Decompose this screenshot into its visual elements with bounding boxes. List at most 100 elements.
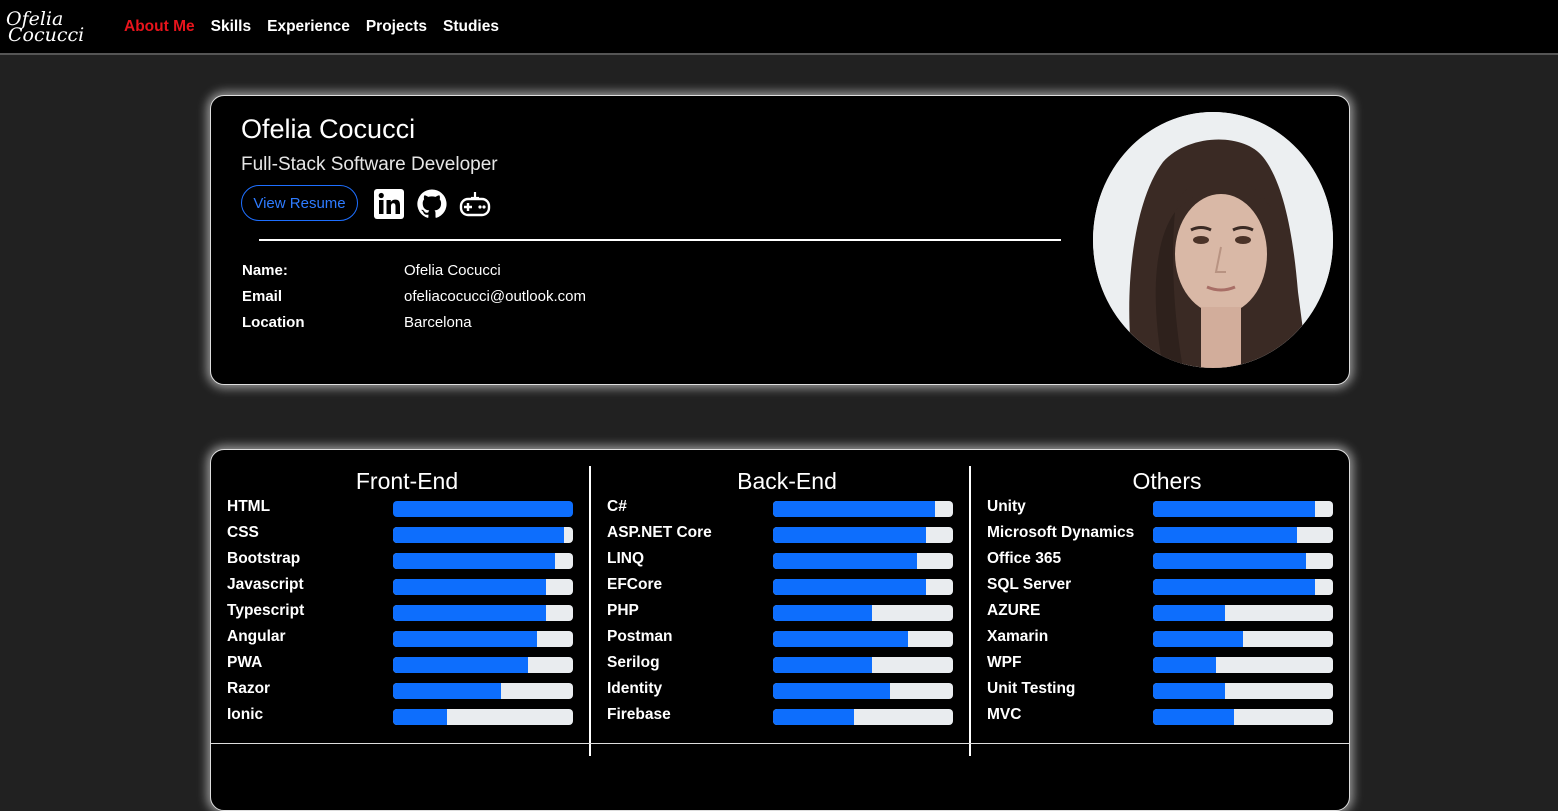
skill-row: Ionic: [227, 706, 587, 726]
skill-progress-bar: [1153, 605, 1333, 621]
nav-link-projects[interactable]: Projects: [366, 18, 427, 36]
skill-progress-fill: [773, 683, 890, 699]
skill-label: PHP: [607, 602, 639, 619]
column-divider: [589, 466, 591, 756]
skill-row: SQL Server: [987, 576, 1347, 596]
skill-row: PHP: [607, 602, 967, 622]
skill-progress-fill: [1153, 579, 1315, 595]
skill-progress-bar: [773, 527, 953, 543]
skill-label: Identity: [607, 680, 663, 697]
profile-divider: [259, 239, 1061, 241]
skill-row: CSS: [227, 524, 587, 544]
skill-progress-fill: [1153, 631, 1243, 647]
skill-label: MVC: [987, 706, 1022, 723]
profile-card: Ofelia Cocucci Full-Stack Software Devel…: [210, 95, 1350, 385]
skill-progress-fill: [393, 527, 564, 543]
skill-progress-fill: [773, 527, 926, 543]
gamepad-icon[interactable]: [459, 188, 491, 220]
skill-progress-fill: [393, 501, 573, 517]
skill-label: Javascript: [227, 576, 304, 593]
skill-progress-fill: [1153, 605, 1225, 621]
skill-label: Typescript: [227, 602, 305, 619]
skill-row: Unity: [987, 498, 1347, 518]
skill-row: Xamarin: [987, 628, 1347, 648]
skill-label: Unity: [987, 498, 1026, 515]
skill-label: Serilog: [607, 654, 660, 671]
skill-progress-fill: [773, 631, 908, 647]
info-label: Email: [242, 288, 283, 305]
view-resume-button[interactable]: View Resume: [241, 185, 358, 221]
info-value: Ofelia Cocucci: [404, 262, 501, 279]
skill-progress-bar: [773, 579, 953, 595]
skill-progress-bar: [1153, 631, 1333, 647]
skill-progress-fill: [773, 605, 872, 621]
nav-link-experience[interactable]: Experience: [267, 18, 350, 36]
skill-row: PWA: [227, 654, 587, 674]
skill-row: WPF: [987, 654, 1347, 674]
skill-label: WPF: [987, 654, 1022, 671]
skill-progress-fill: [1153, 553, 1306, 569]
skill-row: ASP.NET Core: [607, 524, 967, 544]
skill-progress-fill: [773, 709, 854, 725]
skill-label: EFCore: [607, 576, 663, 593]
skill-row: Typescript: [227, 602, 587, 622]
skill-label: LINQ: [607, 550, 645, 567]
skill-label: PWA: [227, 654, 263, 671]
nav-links: About Me Skills Experience Projects Stud…: [124, 18, 515, 36]
skill-row: Angular: [227, 628, 587, 648]
skill-row: Identity: [607, 680, 967, 700]
skill-progress-fill: [393, 579, 546, 595]
github-icon[interactable]: [416, 188, 448, 220]
skill-row: Bootstrap: [227, 550, 587, 570]
nav-link-studies[interactable]: Studies: [443, 18, 499, 36]
skill-progress-bar: [1153, 657, 1333, 673]
skill-progress-fill: [1153, 657, 1216, 673]
skill-row: Microsoft Dynamics: [987, 524, 1347, 544]
skill-label: Angular: [227, 628, 286, 645]
skill-label: SQL Server: [987, 576, 1072, 593]
nav-link-about-me[interactable]: About Me: [124, 18, 195, 36]
skill-label: AZURE: [987, 602, 1041, 619]
skills-bottom-divider: [211, 743, 1349, 744]
skill-progress-bar: [1153, 709, 1333, 725]
info-label: Name:: [242, 262, 288, 279]
skill-progress-bar: [1153, 683, 1333, 699]
skill-label: CSS: [227, 524, 259, 541]
skill-progress-bar: [393, 579, 573, 595]
column-divider: [969, 466, 971, 756]
skill-progress-fill: [393, 657, 528, 673]
skill-row: Office 365: [987, 550, 1347, 570]
skill-row: HTML: [227, 498, 587, 518]
info-label: Location: [242, 314, 305, 331]
skill-label: Razor: [227, 680, 271, 697]
logo-line-2: Cocucci: [8, 23, 85, 46]
skill-progress-bar: [393, 631, 573, 647]
skill-row: C#: [607, 498, 967, 518]
skills-column-title: Front-End: [355, 468, 459, 494]
navbar: Ofelia Cocucci About Me Skills Experienc…: [0, 0, 1558, 55]
skill-progress-bar: [393, 553, 573, 569]
skill-progress-fill: [1153, 709, 1234, 725]
skill-progress-bar: [393, 683, 573, 699]
nav-link-skills[interactable]: Skills: [211, 18, 252, 36]
skill-progress-bar: [773, 553, 953, 569]
skill-progress-bar: [393, 657, 573, 673]
linkedin-icon[interactable]: [373, 188, 405, 220]
skill-progress-fill: [393, 631, 537, 647]
skill-label: Microsoft Dynamics: [987, 524, 1135, 541]
skill-row: LINQ: [607, 550, 967, 570]
skill-progress-bar: [1153, 579, 1333, 595]
skill-progress-bar: [773, 631, 953, 647]
skill-progress-fill: [773, 579, 926, 595]
skill-row: Razor: [227, 680, 587, 700]
skill-progress-fill: [1153, 501, 1315, 517]
skill-progress-bar: [393, 527, 573, 543]
profile-name: Ofelia Cocucci: [241, 114, 416, 144]
skill-progress-bar: [773, 709, 953, 725]
skill-progress-bar: [773, 501, 953, 517]
logo[interactable]: Ofelia Cocucci: [6, 5, 84, 49]
info-value: Barcelona: [404, 314, 472, 331]
skill-row: EFCore: [607, 576, 967, 596]
profile-title: Full-Stack Software Developer: [241, 154, 498, 175]
skill-row: AZURE: [987, 602, 1347, 622]
